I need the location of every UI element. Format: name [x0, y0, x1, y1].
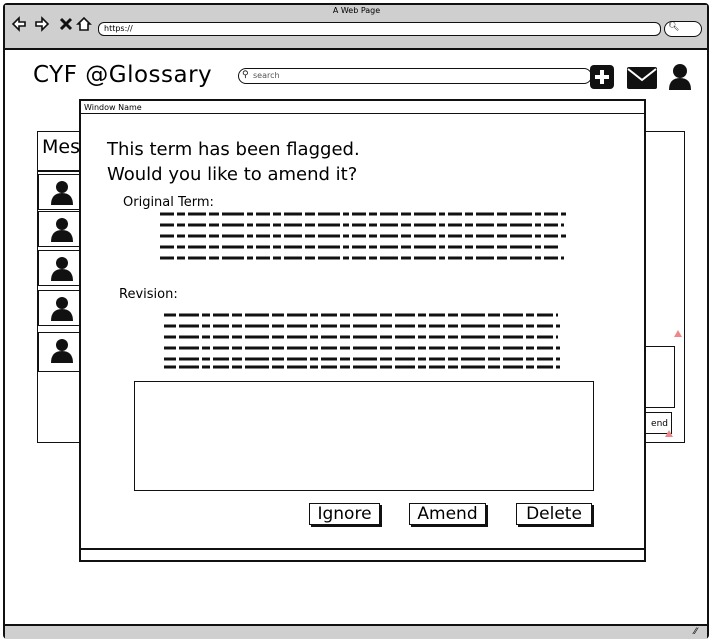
- brand-title: CYF @Glossary: [33, 62, 213, 88]
- messages-header: Mes: [42, 136, 80, 158]
- user-icon: [51, 218, 73, 242]
- search-placeholder: search: [253, 71, 280, 80]
- user-icon: [51, 181, 73, 205]
- amend-button[interactable]: Amend: [409, 503, 486, 525]
- home-icon[interactable]: [76, 16, 92, 36]
- url-bar[interactable]: https://: [98, 22, 661, 36]
- search-icon: 🔍︎: [668, 22, 680, 32]
- original-term-text: [160, 212, 566, 260]
- back-icon[interactable]: [11, 16, 27, 36]
- user-icon: [51, 297, 73, 321]
- list-item[interactable]: [38, 290, 82, 326]
- delete-button[interactable]: Delete: [516, 503, 592, 525]
- forward-icon[interactable]: [34, 16, 50, 36]
- ignore-button[interactable]: Ignore: [309, 503, 380, 525]
- revision-text: [164, 313, 560, 369]
- user-icon: [51, 339, 73, 363]
- resize-grip-icon[interactable]: ⁄⁄: [694, 627, 697, 637]
- user-icon[interactable]: [668, 63, 692, 95]
- list-item[interactable]: [38, 250, 82, 286]
- list-item[interactable]: [38, 332, 82, 372]
- user-icon: [51, 257, 73, 281]
- list-item[interactable]: [38, 211, 82, 247]
- browser-search-box[interactable]: 🔍︎: [664, 21, 702, 37]
- search-icon: ⚲: [242, 70, 249, 80]
- original-term-label: Original Term:: [123, 195, 214, 210]
- mail-icon[interactable]: [626, 66, 658, 94]
- revision-label: Revision:: [119, 287, 178, 302]
- dialog-heading: This term has been flagged. Would you li…: [107, 137, 360, 187]
- message-input[interactable]: [645, 346, 675, 408]
- dialog-heading-line2: Would you like to amend it?: [107, 164, 358, 185]
- list-item[interactable]: [38, 174, 82, 210]
- dialog-footer-line: [81, 548, 644, 550]
- plus-icon[interactable]: [589, 64, 615, 94]
- scroll-marker-icon: [665, 430, 673, 437]
- app-search-input[interactable]: ⚲ search: [238, 68, 592, 84]
- dialog-titlebar: Window Name: [81, 101, 644, 114]
- scroll-marker-icon: [674, 330, 682, 337]
- window-title: A Web Page: [332, 6, 381, 15]
- close-icon[interactable]: [59, 16, 73, 36]
- browser-statusbar: [5, 624, 707, 639]
- dialog-heading-line1: This term has been flagged.: [107, 139, 360, 160]
- revision-textarea[interactable]: [134, 381, 594, 491]
